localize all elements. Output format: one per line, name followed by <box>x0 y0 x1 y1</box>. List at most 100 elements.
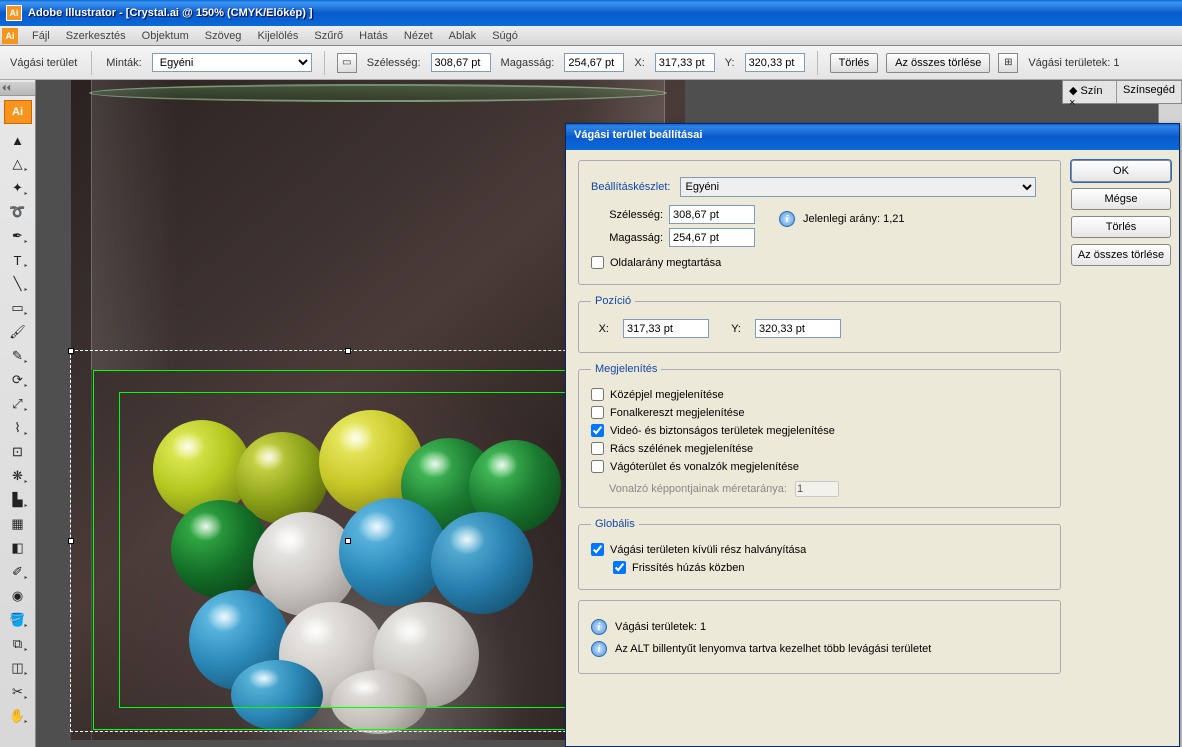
dlg-height-label: Magasság: <box>591 232 663 244</box>
tool-symbol-sprayer[interactable]: ❋▸ <box>6 465 30 487</box>
chk-grid[interactable] <box>591 442 604 455</box>
tool-direct-select[interactable]: △▸ <box>6 153 30 175</box>
ctrl-x-label: X: <box>634 57 644 69</box>
toolbox: ⏴⏴ Ai ▲ △▸ ✦▸ ➰ ✒▸ T▸ ╲▸ ▭▸ 🖌 ✎▸ ⟳▸ ⤢▸ ⌇… <box>0 80 36 747</box>
tool-scale[interactable]: ⤢▸ <box>6 393 30 415</box>
tool-eraser[interactable]: ◫▸ <box>6 657 30 679</box>
tool-blend[interactable]: ◉ <box>6 585 30 607</box>
menu-file[interactable]: Fájl <box>24 28 58 44</box>
tool-paintbrush[interactable]: 🖌 <box>6 321 30 343</box>
ctrl-delete-button[interactable]: Törlés <box>830 53 879 73</box>
menu-window[interactable]: Ablak <box>441 28 485 44</box>
dlg-delete-all-button[interactable]: Az összes törlése <box>1071 244 1171 266</box>
dlg-width-input[interactable] <box>669 205 755 224</box>
toolbox-header[interactable]: ⏴⏴ <box>0 82 35 96</box>
dlg-keep-aspect[interactable] <box>591 256 604 269</box>
dlg-delete-button[interactable]: Törlés <box>1071 216 1171 238</box>
dlg-y-input[interactable] <box>755 319 841 338</box>
tool-graph[interactable]: ▙▸ <box>6 489 30 511</box>
menu-type[interactable]: Szöveg <box>197 28 250 44</box>
ctrl-y-label: Y: <box>725 57 735 69</box>
chk-fade-label: Vágási területen kívüli rész halványítás… <box>610 544 806 556</box>
chk-rulers[interactable] <box>591 460 604 473</box>
dlg-ratio-text: Jelenlegi arány: 1,21 <box>803 213 905 225</box>
menu-view[interactable]: Nézet <box>396 28 441 44</box>
ctrl-width-input[interactable] <box>431 53 491 72</box>
dlg-x-input[interactable] <box>623 319 709 338</box>
dlg-ok-button[interactable]: OK <box>1071 160 1171 182</box>
dlg-cancel-button[interactable]: Mégse <box>1071 188 1171 210</box>
info-icon: i <box>591 641 607 657</box>
ctrl-width-label: Szélesség: <box>367 57 421 69</box>
chk-safe-label: Videó- és biztonságos területek megjelen… <box>610 425 835 437</box>
controlbar: Vágási terület Minták: Egyéni ▭ Szélessé… <box>0 46 1182 80</box>
chk-rulers-label: Vágóterület és vonalzók megjelenítése <box>610 461 799 473</box>
ctrl-height-label: Magasság: <box>501 57 555 69</box>
menu-effect[interactable]: Hatás <box>351 28 396 44</box>
right-panel-tabs[interactable]: ◆ Szín × Színsegéd <box>1062 80 1182 104</box>
tool-eyedropper[interactable]: ✐▸ <box>6 561 30 583</box>
chk-cross[interactable] <box>591 406 604 419</box>
ctrl-orientation-icon[interactable]: ▭ <box>337 53 357 73</box>
group-preset-size: Beállításkészlet: Egyéni Szélesség: Maga… <box>578 160 1061 285</box>
tool-rotate[interactable]: ⟳▸ <box>6 369 30 391</box>
menubar: Ai Fájl Szerkesztés Objektum Szöveg Kije… <box>0 26 1182 46</box>
group-display: Megjelenítés Középjel megjelenítése Fona… <box>578 363 1061 508</box>
menu-object[interactable]: Objektum <box>134 28 197 44</box>
tool-selection[interactable]: ▲ <box>6 129 30 151</box>
tool-line[interactable]: ╲▸ <box>6 273 30 295</box>
chk-safe[interactable] <box>591 424 604 437</box>
dlg-x-label: X: <box>591 323 609 335</box>
tool-warp[interactable]: ⌇▸ <box>6 417 30 439</box>
menu-select[interactable]: Kijelölés <box>249 28 306 44</box>
tool-pen[interactable]: ✒▸ <box>6 225 30 247</box>
group-global: Globális Vágási területen kívüli rész ha… <box>578 518 1061 590</box>
tool-crop-area[interactable]: ⧉▸ <box>6 633 30 655</box>
dlg-preset-select[interactable]: Egyéni <box>680 177 1036 197</box>
ctrl-preset-label: Minták: <box>106 57 141 69</box>
crop-area-dialog: Vágási terület beállításai Beállításkész… <box>565 123 1180 747</box>
menu-app-icon: Ai <box>2 28 18 44</box>
chk-update[interactable] <box>613 561 626 574</box>
ctrl-delete-all-button[interactable]: Az összes törlése <box>886 53 990 73</box>
chk-fade[interactable] <box>591 543 604 556</box>
info-alt: Az ALT billentyűt lenyomva tartva kezelh… <box>615 643 931 655</box>
ctrl-y-input[interactable] <box>745 53 805 72</box>
ctrl-options-icon[interactable]: ⊞ <box>998 53 1018 73</box>
group-info: iVágási területek: 1 iAz ALT billentyűt … <box>578 600 1061 674</box>
tool-type[interactable]: T▸ <box>6 249 30 271</box>
chk-center[interactable] <box>591 388 604 401</box>
tab-color[interactable]: ◆ Szín × <box>1063 81 1117 103</box>
dlg-height-input[interactable] <box>669 228 755 247</box>
tool-magic-wand[interactable]: ✦▸ <box>6 177 30 199</box>
menu-filter[interactable]: Szűrő <box>306 28 351 44</box>
tool-pencil[interactable]: ✎▸ <box>6 345 30 367</box>
tool-mesh[interactable]: ▦ <box>6 513 30 535</box>
ctrl-height-input[interactable] <box>564 53 624 72</box>
ctrl-preset-select[interactable]: Egyéni <box>152 53 312 72</box>
menu-help[interactable]: Súgó <box>484 28 526 44</box>
menu-edit[interactable]: Szerkesztés <box>58 28 134 44</box>
titlebar: Ai Adobe Illustrator - [Crystal.ai @ 150… <box>0 0 1182 26</box>
tool-free-transform[interactable]: ⊡ <box>6 441 30 463</box>
dialog-title: Vágási terület beállításai <box>566 124 1179 150</box>
chk-grid-label: Rács szélének megjelenítése <box>610 443 753 455</box>
ctrl-count: Vágási területek: 1 <box>1028 57 1119 69</box>
dlg-global-legend: Globális <box>591 518 639 530</box>
tool-hand[interactable]: ✋▸ <box>6 705 30 727</box>
tool-scissors[interactable]: ✂▸ <box>6 681 30 703</box>
ctrl-x-input[interactable] <box>655 53 715 72</box>
tool-live-paint[interactable]: 🪣▸ <box>6 609 30 631</box>
dlg-y-label: Y: <box>723 323 741 335</box>
dlg-keep-aspect-label: Oldalarány megtartása <box>610 257 721 269</box>
dlg-preset-label: Beállításkészlet: <box>591 181 670 193</box>
chk-update-label: Frissítés húzás közben <box>632 562 745 574</box>
dlg-disp-legend: Megjelenítés <box>591 363 661 375</box>
ctrl-area-label: Vágási terület <box>10 57 77 69</box>
tool-gradient[interactable]: ◧ <box>6 537 30 559</box>
tool-rectangle[interactable]: ▭▸ <box>6 297 30 319</box>
dlg-width-label: Szélesség: <box>591 209 663 221</box>
tab-color-guide[interactable]: Színsegéd <box>1117 81 1182 103</box>
tool-lasso[interactable]: ➰ <box>6 201 30 223</box>
safe-area-inner <box>119 392 579 708</box>
